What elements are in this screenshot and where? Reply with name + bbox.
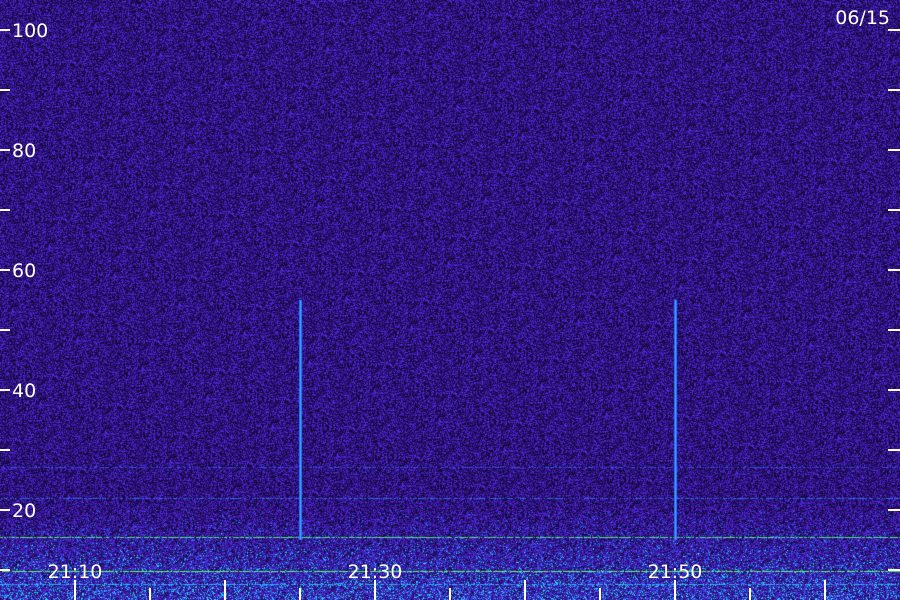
x-axis: 21:10 21:30 21:50 [48,561,826,600]
y-axis-left: 100 80 60 40 20 [0,20,48,571]
spectrogram-panel: 100 80 60 40 20 21:10 21:30 21:50 06/15 [0,0,900,600]
y-tick-label: 60 [12,260,36,282]
x-tick-label: 21:10 [48,561,103,583]
date-label: 06/15 [835,7,890,29]
spectrogram-overlay: 100 80 60 40 20 21:10 21:30 21:50 06/15 [0,7,900,600]
y-tick-label: 80 [12,140,36,162]
x-tick-label: 21:50 [648,561,703,583]
y-tick-label: 40 [12,380,36,402]
y-axis-right [888,29,900,571]
x-tick-label: 21:30 [348,561,403,583]
y-tick-label: 100 [12,20,48,42]
y-tick-label: 20 [12,500,36,522]
